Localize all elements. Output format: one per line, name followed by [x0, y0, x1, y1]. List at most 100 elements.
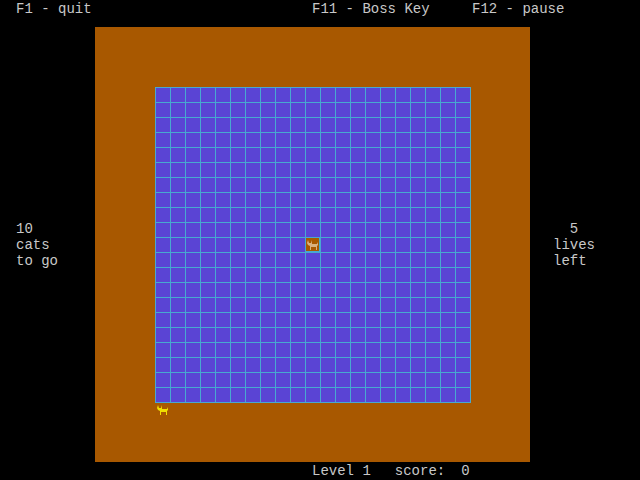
- sea-cell: [366, 88, 380, 102]
- sea-cell: [246, 118, 260, 132]
- sea-cell: [381, 283, 395, 297]
- sea-cell: [366, 268, 380, 282]
- sea-cell: [321, 313, 335, 327]
- sea-cell: [291, 133, 305, 147]
- sea-cell: [306, 388, 320, 402]
- sea-cell: [216, 283, 230, 297]
- sea-cell: [351, 223, 365, 237]
- sea-cell: [291, 253, 305, 267]
- sea-cell: [456, 298, 470, 312]
- sea-cell: [291, 388, 305, 402]
- sea-cell: [231, 283, 245, 297]
- sea-cell: [231, 133, 245, 147]
- lives-label: left: [553, 253, 587, 269]
- sea-cell: [336, 88, 350, 102]
- sea-cell: [186, 193, 200, 207]
- sea-cell: [201, 343, 215, 357]
- sea-cell: [276, 178, 290, 192]
- sea-cell: [171, 193, 185, 207]
- sea-cell: [216, 388, 230, 402]
- sea-cell: [156, 328, 170, 342]
- sea-cell: [246, 388, 260, 402]
- sea-cell: [231, 88, 245, 102]
- sea-cell: [186, 358, 200, 372]
- sea-cell: [456, 238, 470, 252]
- sea-cell: [261, 388, 275, 402]
- sea-cell: [231, 298, 245, 312]
- sea-cell: [396, 118, 410, 132]
- lives-label: lives: [553, 237, 595, 253]
- sea-cell: [246, 343, 260, 357]
- sea-cell: [231, 238, 245, 252]
- sea-cell: [426, 283, 440, 297]
- sea-cell: [426, 373, 440, 387]
- sea-cell: [186, 133, 200, 147]
- sea-cell: [306, 223, 320, 237]
- sea-cell: [411, 178, 425, 192]
- sea-cell: [216, 163, 230, 177]
- sea-cell: [201, 223, 215, 237]
- sea-cell: [381, 268, 395, 282]
- sea-cell: [171, 283, 185, 297]
- sea-cell: [216, 253, 230, 267]
- sea-cell: [201, 268, 215, 282]
- sea-cell: [246, 253, 260, 267]
- sea-cell: [411, 148, 425, 162]
- sea-cell: [351, 88, 365, 102]
- sea-cell: [261, 373, 275, 387]
- sea-cell: [351, 268, 365, 282]
- sea-cell: [321, 283, 335, 297]
- sea-cell: [411, 298, 425, 312]
- sea-cell: [411, 163, 425, 177]
- sea-cell: [291, 163, 305, 177]
- sea-cell: [306, 358, 320, 372]
- player[interactable]: [155, 402, 170, 417]
- sea-cell: [291, 283, 305, 297]
- sea-cell: [351, 343, 365, 357]
- sea-cell: [396, 163, 410, 177]
- sea-cell: [216, 343, 230, 357]
- sea-cell: [261, 148, 275, 162]
- sea-cell: [351, 298, 365, 312]
- sea-cell: [276, 373, 290, 387]
- sea-cell: [411, 373, 425, 387]
- sea-cell: [276, 253, 290, 267]
- sea-cell: [171, 163, 185, 177]
- sea-cell: [456, 103, 470, 117]
- sea-cell: [411, 208, 425, 222]
- sea-cell: [351, 178, 365, 192]
- sea-cell: [321, 148, 335, 162]
- sea-cell: [156, 193, 170, 207]
- sea-cell: [366, 343, 380, 357]
- sea-cell: [411, 358, 425, 372]
- sea-cell: [231, 103, 245, 117]
- sea-cell: [171, 238, 185, 252]
- sea-cell: [306, 118, 320, 132]
- sea-cell: [231, 163, 245, 177]
- sea-cell: [186, 118, 200, 132]
- sea-cell: [336, 148, 350, 162]
- pause-hint: F12 - pause: [472, 1, 564, 17]
- sea-cell: [186, 208, 200, 222]
- sea-cell: [171, 343, 185, 357]
- sea-cell: [201, 208, 215, 222]
- sea-cell: [276, 103, 290, 117]
- sea-cell: [381, 163, 395, 177]
- sea-cell: [201, 358, 215, 372]
- sea-cell: [186, 148, 200, 162]
- score-label: score:: [395, 463, 445, 479]
- sea-cell: [216, 358, 230, 372]
- sea-cell: [231, 358, 245, 372]
- sea-cell: [336, 178, 350, 192]
- sea-cell: [411, 313, 425, 327]
- sea-cell: [261, 358, 275, 372]
- sea-cell: [381, 343, 395, 357]
- sea-cell: [186, 373, 200, 387]
- sea-cell: [441, 268, 455, 282]
- sea-cell: [336, 268, 350, 282]
- sea-cell: [156, 148, 170, 162]
- sea-cell: [426, 358, 440, 372]
- sea-cell: [291, 298, 305, 312]
- sea-cell: [156, 133, 170, 147]
- sea-cell: [276, 193, 290, 207]
